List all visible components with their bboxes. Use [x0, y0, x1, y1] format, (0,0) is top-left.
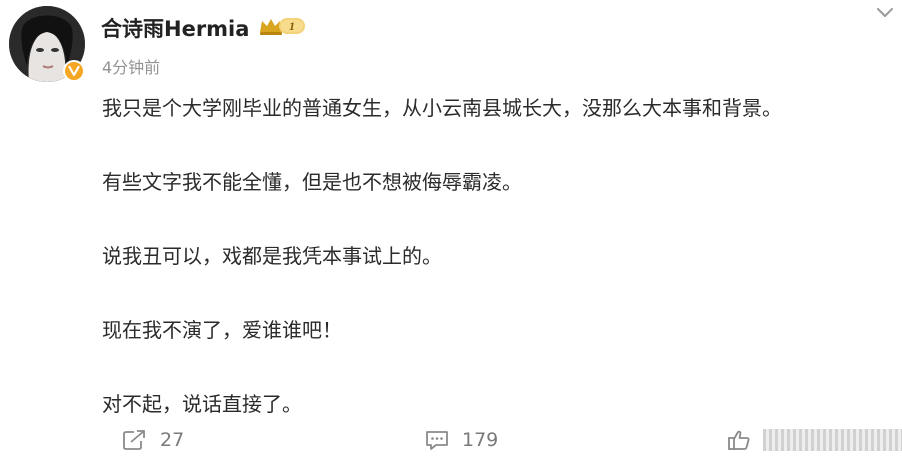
post-paragraph: 对不起，说话直接了。: [102, 392, 302, 416]
author-name[interactable]: 合诗雨Hermia: [101, 13, 249, 43]
comment-count: 179: [462, 429, 499, 451]
chevron-down-icon[interactable]: [874, 3, 896, 21]
comment-icon: [426, 431, 448, 450]
share-icon: [123, 430, 145, 450]
thumbs-up-icon: [728, 430, 750, 450]
post-content: 我只是个大学刚毕业的普通女生，从小云南县城长大，没那么大本事和背景。 有些文字我…: [102, 94, 882, 418]
post-action-bar: 27 179: [0, 420, 902, 460]
comment-button[interactable]: 179: [424, 426, 498, 454]
repost-count: 27: [160, 429, 185, 451]
post-paragraph: 有些文字我不能全懂，但是也不想被侮辱霸凌。: [102, 170, 522, 194]
vip-level-text: 1: [289, 19, 295, 33]
like-button[interactable]: [727, 426, 902, 454]
post-paragraph: 现在我不演了，爱谁谁吧！: [102, 318, 342, 342]
repost-button[interactable]: 27: [122, 426, 184, 454]
verified-badge-icon: [63, 60, 85, 82]
like-count-blurred: [763, 429, 902, 451]
post-paragraph: 说我丑可以，戏都是我凭本事试上的。: [102, 244, 442, 268]
post-paragraph: 我只是个大学刚毕业的普通女生，从小云南县城长大，没那么大本事和背景。: [102, 96, 782, 120]
avatar[interactable]: [9, 6, 85, 82]
weibo-post-card: 合诗雨Hermia 1 4分钟前 我只是个大学刚毕业的普通女生，从小云南县城长大…: [0, 0, 902, 473]
post-timestamp[interactable]: 4分钟前: [102, 54, 160, 78]
vip-badge-icon[interactable]: 1: [259, 15, 307, 37]
